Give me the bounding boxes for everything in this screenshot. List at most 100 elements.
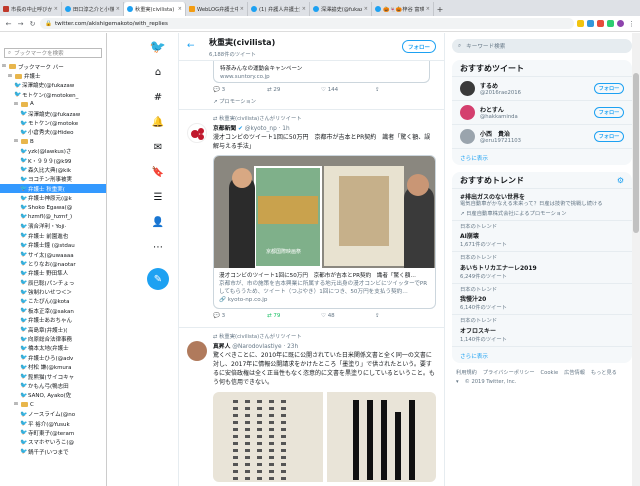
- browser-tab[interactable]: 深澤諭史(@fukazaw…×: [310, 2, 372, 16]
- bookmark-search-input[interactable]: ⌕ ブックマークを検索: [4, 48, 102, 58]
- avatar[interactable]: [187, 341, 207, 361]
- reload-icon[interactable]: ↻: [28, 19, 37, 28]
- close-icon[interactable]: ×: [364, 6, 368, 12]
- collapse-icon[interactable]: ⊟: [14, 402, 19, 407]
- browser-tab[interactable]: 市長の中止呼びかけ…×: [0, 2, 62, 16]
- bookmark-item[interactable]: 🐦 村松 謙(@kmura: [0, 363, 106, 372]
- link-card[interactable]: 京都国際映画祭 漫才コンビのツイート1回に50万円 京都市が吉本とPR契約 識者…: [213, 155, 436, 309]
- bookmark-item[interactable]: 🐦 弁護士 前園進也: [0, 231, 106, 240]
- share-button[interactable]: ⇪: [375, 87, 429, 93]
- suggested-account[interactable]: わとすん @hakkaminda フォロー: [452, 101, 632, 125]
- trend-item[interactable]: 日本のトレンド AI崩壊 1,671件のツイート: [452, 221, 632, 252]
- profile-avatar-icon[interactable]: [617, 20, 624, 27]
- bookmark-item[interactable]: 🐦 かもん弓(鴨志田: [0, 381, 106, 390]
- bookmark-folder[interactable]: ⊟ B: [0, 137, 106, 146]
- tweet[interactable]: ⇄ 秋重実(civilista)さんがリツイート 京都新聞 ✔ @kyoto_n…: [179, 109, 444, 323]
- trend-item[interactable]: 日本のトレンド オフロスキー 1,140件のツイート: [452, 315, 632, 347]
- like-button[interactable]: ♡ 48: [321, 313, 375, 319]
- extension-icon[interactable]: [587, 20, 594, 27]
- bookmark-icon[interactable]: 🔖: [151, 165, 165, 179]
- close-icon[interactable]: ×: [178, 6, 182, 12]
- bookmark-item[interactable]: 🐦 寺町東子(@teram: [0, 428, 106, 437]
- mail-icon[interactable]: ✉: [151, 140, 165, 154]
- tweet[interactable]: ⇄ 秋重実(civilista)さんがリツイート 真昇人 @NarodovIas…: [179, 327, 444, 482]
- close-icon[interactable]: ×: [240, 6, 244, 12]
- retweet-button[interactable]: ⇄ 79: [267, 313, 321, 319]
- home-icon[interactable]: ⌂: [151, 65, 165, 79]
- retweet-button[interactable]: ⇄ 29: [267, 87, 321, 93]
- more-icon[interactable]: ⋯: [151, 240, 165, 254]
- bookmark-item[interactable]: 🐦 hzmfl(@_hzmf_): [0, 212, 106, 221]
- bookmark-item[interactable]: 🐦 濱合洋利・Yoji·: [0, 222, 106, 231]
- bookmark-item[interactable]: 🐦 強制わいせつ＜＞: [0, 287, 106, 297]
- tweet-image[interactable]: [213, 392, 436, 482]
- bell-icon[interactable]: 🔔: [151, 115, 165, 129]
- back-icon[interactable]: ←: [4, 19, 13, 28]
- compose-tweet-button[interactable]: ✎: [147, 268, 169, 290]
- follow-button[interactable]: フォロー: [402, 40, 436, 53]
- show-more-trends-link[interactable]: さらに表示: [452, 347, 632, 363]
- like-button[interactable]: ♡ 144: [321, 87, 375, 93]
- extension-icon[interactable]: [577, 20, 584, 27]
- bookmark-item[interactable]: 🐦 モトケン(@motoke: [0, 118, 106, 128]
- bookmark-item[interactable]: 🐦 スマホヤいろこ(@: [0, 438, 106, 447]
- browser-tab[interactable]: 田口淳之介と小嶺麗…×: [62, 2, 124, 16]
- bookmark-item[interactable]: 🐦 弁護士ひろ(@adv: [0, 353, 106, 362]
- reply-button[interactable]: 💬 3: [213, 87, 267, 93]
- avatar[interactable]: [187, 123, 207, 143]
- close-icon[interactable]: ×: [116, 6, 120, 12]
- footer-link[interactable]: 利用規約: [456, 370, 477, 376]
- collapse-icon[interactable]: ⊟: [2, 64, 7, 69]
- browser-tab[interactable]: WebLOG弁護士中村…×: [186, 2, 248, 16]
- bookmark-item[interactable]: 🐦 弁護士 野田隼人: [0, 269, 106, 278]
- twitter-bird-icon[interactable]: 🐦: [150, 40, 166, 55]
- avatar[interactable]: [460, 129, 475, 144]
- footer-link[interactable]: プライバシーポリシー: [483, 370, 535, 376]
- bookmark-item[interactable]: 🐦 とりなお(@naotar: [0, 259, 106, 268]
- bookmark-item[interactable]: 🐦 モトケン(@motoken_: [0, 90, 106, 99]
- promoted-link-card[interactable]: 特茶みんなの運動会キャンペーン www.suntory.co.jp: [213, 61, 430, 83]
- bookmark-item[interactable]: 🐦 Shoko Egawa(@: [0, 203, 106, 212]
- bookmark-folder[interactable]: ⊟ C: [0, 400, 106, 409]
- bookmark-item[interactable]: 🐦 ヨコチン刑事被実: [0, 175, 106, 184]
- scrollbar[interactable]: [632, 33, 640, 486]
- bookmark-item[interactable]: 🐦 ノースライム(@no: [0, 409, 106, 419]
- bookmark-item[interactable]: 🐦 弁護士あおちゃん: [0, 316, 106, 325]
- bookmark-item[interactable]: 🐦 SANO, Ayako(佐: [0, 391, 106, 400]
- follow-button[interactable]: フォロー: [594, 83, 624, 94]
- bookmark-item[interactable]: 🐦 yzk(@lawkus)さ: [0, 147, 106, 156]
- collapse-icon[interactable]: ⊟: [14, 102, 19, 107]
- hashtag-icon[interactable]: #: [151, 90, 165, 104]
- avatar[interactable]: [460, 105, 475, 120]
- footer-link[interactable]: 広告情報: [564, 370, 585, 376]
- trend-item[interactable]: 日本のトレンド 我慢汁20 6,140件のツイート: [452, 284, 632, 315]
- extension-icon[interactable]: [597, 20, 604, 27]
- bookmark-item[interactable]: 🐦 辰巳聡(パンチょっ: [0, 278, 106, 287]
- avatar[interactable]: [460, 81, 475, 96]
- suggested-account[interactable]: するめ @2016rae2016 フォロー: [452, 77, 632, 101]
- bookmark-item[interactable]: 🐦 高島章(弁護士)(: [0, 325, 106, 334]
- twitter-search-input[interactable]: ⌕ キーワード検索: [452, 39, 632, 53]
- bookmark-item[interactable]: 🐦 平 裕介(@Yusuk: [0, 419, 106, 428]
- bookmark-item[interactable]: 🐦 鍋千子(いつまで: [0, 447, 106, 456]
- share-button[interactable]: ⇪: [375, 313, 429, 319]
- bookmark-item[interactable]: 🐦 髭熊猫(サイコキャ: [0, 372, 106, 381]
- profile-icon[interactable]: 👤: [151, 215, 165, 229]
- browser-tab[interactable]: (1) 弁護人弁護士東…×: [248, 2, 310, 16]
- bookmark-folder[interactable]: ⊟ A: [0, 100, 106, 109]
- footer-link[interactable]: Cookie: [541, 370, 559, 376]
- bookmark-item[interactable]: 🐦 小倉秀夫(@Hideo: [0, 128, 106, 137]
- gear-icon[interactable]: ⚙: [617, 176, 624, 185]
- arrow-left-icon[interactable]: ←: [187, 41, 195, 51]
- bookmark-item[interactable]: 🐦 向原総合法律事務: [0, 334, 106, 344]
- bookmark-item[interactable]: 🐦 橋本太地(弁護士: [0, 344, 106, 353]
- bookmark-item[interactable]: 🐦 こたぴん(@kota: [0, 297, 106, 306]
- browser-tab[interactable]: 秋重実(civilista) ×: [124, 2, 186, 16]
- bookmark-item[interactable]: 🐦 弁護士鐘 (@stdau: [0, 240, 106, 250]
- follow-button[interactable]: フォロー: [594, 131, 624, 142]
- close-icon[interactable]: ×: [426, 6, 430, 12]
- bookmark-item[interactable]: 🐦 森久比大典(@kik: [0, 165, 106, 174]
- bookmark-item[interactable]: 🐦 弁護士 秋重実(: [0, 184, 106, 194]
- bookmark-item[interactable]: 🐦 板本正幸(@sakan: [0, 306, 106, 315]
- menu-icon[interactable]: ⋮: [627, 19, 636, 28]
